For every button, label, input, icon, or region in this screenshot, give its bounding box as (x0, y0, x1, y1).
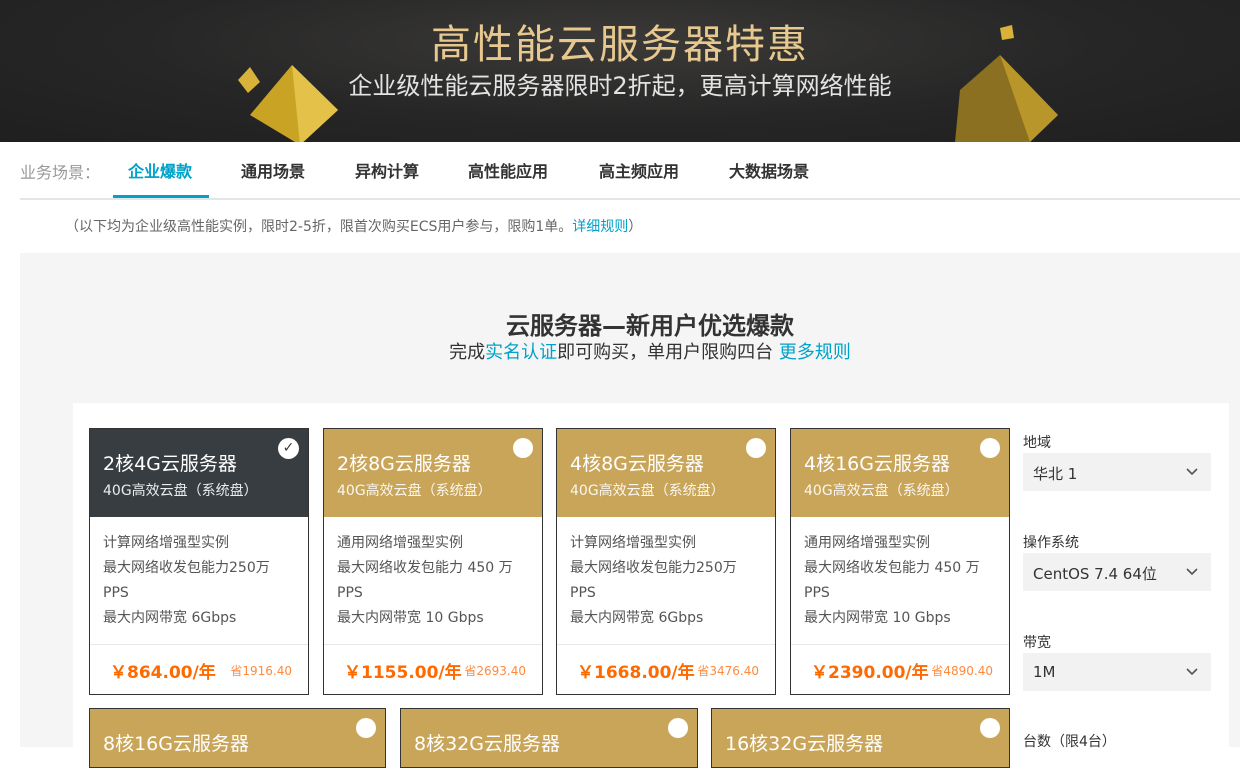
scenario-label: 业务场景： (20, 163, 101, 182)
spec-instance-type: 通用网络增强型实例 (337, 535, 463, 551)
card-divider (791, 644, 1009, 645)
card-specs: 通用网络增强型实例 最大网络收发包能力 450 万 PPS 最大内网带宽 10 … (804, 531, 1000, 631)
card-header: 2核4G云服务器 40G高效云盘（系统盘） ✓ (90, 429, 308, 517)
card-specs: 通用网络增强型实例 最大网络收发包能力 450 万 PPS 最大内网带宽 10 … (337, 531, 533, 631)
os-select[interactable]: CentOS 7.4 64位 (1023, 553, 1211, 591)
radio-circle-icon (980, 718, 1000, 738)
promo-banner: 高性能云服务器特惠 企业级性能云服务器限时2折起，更高计算网络性能 (0, 0, 1240, 142)
banner-subtitle: 企业级性能云服务器限时2折起，更高计算网络性能 (348, 72, 892, 100)
spec-instance-type: 计算网络增强型实例 (103, 535, 229, 551)
banner-title: 高性能云服务器特惠 (431, 22, 809, 68)
tab-big-data[interactable]: 大数据场景 (729, 158, 809, 182)
card-header: 2核8G云服务器 40G高效云盘（系统盘） (324, 429, 542, 517)
server-card-8c32g[interactable]: 8核32G云服务器 (400, 708, 698, 768)
chevron-down-icon (1186, 668, 1198, 676)
card-savings: 省4890.40 (931, 664, 993, 678)
server-card-16c32g[interactable]: 16核32G云服务器 (711, 708, 1010, 768)
radio-circle-icon (513, 438, 533, 458)
card-disk: 40G高效云盘（系统盘） (804, 483, 959, 499)
card-price: ￥1668.00/年 (577, 663, 695, 683)
card-title: 2核8G云服务器 (337, 453, 471, 475)
more-rules-link[interactable]: 更多规则 (779, 342, 851, 363)
tab-divider (20, 198, 1240, 200)
card-savings: 省3476.40 (697, 664, 759, 678)
card-title: 8核16G云服务器 (103, 733, 249, 755)
checkmark-icon: ✓ (278, 438, 299, 459)
region-value: 华北 1 (1033, 465, 1078, 483)
bandwidth-value: 1M (1033, 663, 1056, 681)
card-specs: 计算网络增强型实例 最大网络收发包能力250万 PPS 最大内网带宽 6Gbps (103, 531, 299, 631)
card-disk: 40G高效云盘（系统盘） (337, 483, 492, 499)
radio-circle-icon (980, 438, 1000, 458)
subtitle-prefix: 完成 (449, 342, 486, 363)
tab-high-performance[interactable]: 高性能应用 (468, 158, 548, 182)
spec-pps-unit: PPS (337, 585, 363, 601)
section-title: 云服务器—新用户优选爆款 (506, 312, 794, 340)
spec-instance-type: 通用网络增强型实例 (804, 535, 930, 551)
region-select[interactable]: 华北 1 (1023, 453, 1211, 491)
section-subtitle: 完成实名认证即可购买，单用户限购四台 更多规则 (0, 338, 1240, 364)
tab-enterprise-hot[interactable]: 企业爆款 (128, 158, 192, 182)
card-disk: 40G高效云盘（系统盘） (103, 483, 258, 499)
tab-general[interactable]: 通用场景 (241, 158, 305, 182)
card-header: 4核16G云服务器 40G高效云盘（系统盘） (791, 429, 1009, 517)
chevron-down-icon (1186, 468, 1198, 476)
server-card-2c8g[interactable]: 2核8G云服务器 40G高效云盘（系统盘） 通用网络增强型实例 最大网络收发包能… (323, 428, 543, 695)
spec-pps-unit: PPS (570, 585, 596, 601)
server-card-8c16g[interactable]: 8核16G云服务器 (89, 708, 386, 768)
spec-pps: 最大网络收发包能力250万 (570, 560, 737, 576)
detail-rules-link[interactable]: 详细规则 (572, 219, 628, 235)
card-title: 4核16G云服务器 (804, 453, 950, 475)
card-title: 8核32G云服务器 (414, 733, 560, 755)
radio-circle-icon (746, 438, 766, 458)
spec-pps: 最大网络收发包能力250万 (103, 560, 270, 576)
tab-heterogeneous[interactable]: 异构计算 (355, 158, 419, 182)
os-label: 操作系统 (1023, 535, 1079, 551)
radio-circle-icon (356, 718, 376, 738)
os-value: CentOS 7.4 64位 (1033, 565, 1157, 583)
notice-text: （以下均为企业级高性能实例，限时2-5折，限首次购买ECS用户参与，限购1单。 (65, 219, 573, 235)
card-divider (557, 644, 775, 645)
spec-pps-unit: PPS (103, 585, 129, 601)
card-savings: 省1916.40 (230, 664, 292, 678)
region-label: 地域 (1023, 435, 1051, 451)
spec-pps: 最大网络收发包能力 450 万 (804, 560, 980, 576)
card-title: 16核32G云服务器 (725, 733, 884, 755)
notice-close-paren: ） (628, 219, 643, 235)
bandwidth-select[interactable]: 1M (1023, 653, 1211, 691)
spec-pps-unit: PPS (804, 585, 830, 601)
card-divider (90, 644, 308, 645)
card-savings: 省2693.40 (464, 664, 526, 678)
spec-bandwidth: 最大内网带宽 10 Gbps (337, 610, 484, 626)
promo-notice: （以下均为企业级高性能实例，限时2-5折，限首次购买ECS用户参与，限购1单。详… (65, 216, 642, 236)
card-title: 2核4G云服务器 (103, 453, 237, 475)
card-disk: 40G高效云盘（系统盘） (570, 483, 725, 499)
subtitle-middle: 即可购买，单用户限购四台 (557, 342, 774, 363)
card-specs: 计算网络增强型实例 最大网络收发包能力250万 PPS 最大内网带宽 6Gbps (570, 531, 766, 631)
card-price: ￥2390.00/年 (811, 663, 929, 683)
card-divider (324, 644, 542, 645)
card-price: ￥1155.00/年 (344, 663, 462, 683)
server-card-4c8g[interactable]: 4核8G云服务器 40G高效云盘（系统盘） 计算网络增强型实例 最大网络收发包能… (556, 428, 776, 695)
scenario-tab-bar: 业务场景： 企业爆款 通用场景 异构计算 高性能应用 高主频应用 大数据场景 (0, 142, 1240, 200)
card-header: 4核8G云服务器 40G高效云盘（系统盘） (557, 429, 775, 517)
bandwidth-label: 带宽 (1023, 635, 1051, 651)
card-title: 4核8G云服务器 (570, 453, 704, 475)
tab-high-frequency[interactable]: 高主频应用 (599, 158, 679, 182)
spec-bandwidth: 最大内网带宽 10 Gbps (804, 610, 951, 626)
spec-bandwidth: 最大内网带宽 6Gbps (570, 610, 704, 626)
real-name-auth-link[interactable]: 实名认证 (485, 342, 557, 363)
radio-circle-icon (668, 718, 688, 738)
quantity-label: 台数（限4台） (1023, 734, 1116, 750)
spec-bandwidth: 最大内网带宽 6Gbps (103, 610, 237, 626)
spec-instance-type: 计算网络增强型实例 (570, 535, 696, 551)
spec-pps: 最大网络收发包能力 450 万 (337, 560, 513, 576)
server-card-2c4g[interactable]: 2核4G云服务器 40G高效云盘（系统盘） ✓ 计算网络增强型实例 最大网络收发… (89, 428, 309, 695)
card-price: ￥864.00/年 (110, 663, 216, 683)
server-card-4c16g[interactable]: 4核16G云服务器 40G高效云盘（系统盘） 通用网络增强型实例 最大网络收发包… (790, 428, 1010, 695)
chevron-down-icon (1186, 568, 1198, 576)
